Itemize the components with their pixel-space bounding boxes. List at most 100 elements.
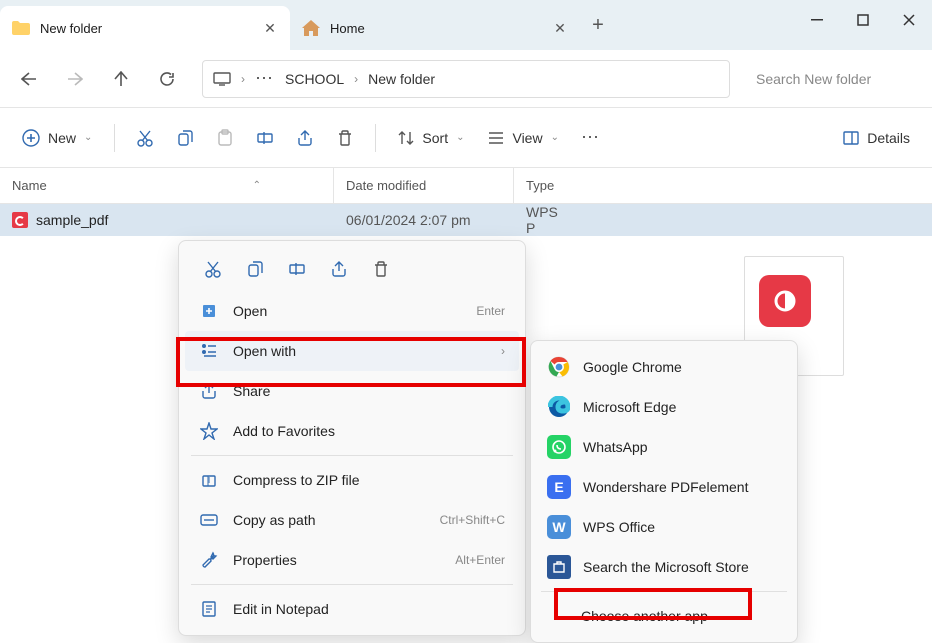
open-with-submenu: Google Chrome Microsoft Edge WhatsApp E … [530, 340, 798, 643]
submenu-label: WPS Office [583, 519, 655, 535]
delete-icon[interactable] [369, 257, 393, 281]
new-label: New [48, 130, 76, 146]
submenu-pdfelement[interactable]: E Wondershare PDFelement [535, 467, 793, 507]
tab-newfolder[interactable]: New folder ✕ [0, 6, 290, 50]
submenu-label: Microsoft Edge [583, 399, 676, 415]
chevron-down-icon: ⌄ [551, 132, 559, 143]
edge-icon [547, 395, 571, 419]
monitor-icon [213, 72, 231, 86]
sort-indicator-icon: ⌃ [253, 180, 261, 191]
share-icon [199, 381, 219, 401]
open-icon [199, 301, 219, 321]
address-bar[interactable]: › ⋯ SCHOOL › New folder [202, 60, 730, 98]
chevron-right-icon[interactable]: › [241, 72, 245, 86]
submenu-label: Wondershare PDFelement [583, 479, 748, 495]
whatsapp-icon [547, 435, 571, 459]
paste-button[interactable] [207, 120, 243, 156]
up-button[interactable] [100, 60, 142, 98]
wps-icon: W [547, 515, 571, 539]
tab-home[interactable]: Home ✕ [290, 6, 580, 50]
share-icon[interactable] [327, 257, 351, 281]
file-name-cell: sample_pdf [0, 212, 334, 228]
store-icon [547, 555, 571, 579]
star-icon [199, 421, 219, 441]
sort-label: Sort [422, 130, 448, 146]
breadcrumb-part[interactable]: SCHOOL [285, 71, 344, 87]
copy-button[interactable] [167, 120, 203, 156]
submenu-store[interactable]: Search the Microsoft Store [535, 547, 793, 587]
titlebar: New folder ✕ Home ✕ + [0, 0, 932, 50]
new-tab-button[interactable]: + [580, 7, 616, 43]
menu-favorites[interactable]: Add to Favorites [185, 411, 519, 451]
column-headers: Name⌃ Date modified Type [0, 168, 932, 204]
share-button[interactable] [287, 120, 323, 156]
file-type: WPS P [514, 204, 574, 236]
wrench-icon [199, 550, 219, 570]
column-type[interactable]: Type [514, 168, 574, 203]
submenu-wps[interactable]: W WPS Office [535, 507, 793, 547]
menu-copy-path[interactable]: Copy as path Ctrl+Shift+C [185, 500, 519, 540]
menu-open-with[interactable]: Open with › [185, 331, 519, 371]
sort-button[interactable]: Sort ⌄ [388, 119, 474, 157]
menu-properties[interactable]: Properties Alt+Enter [185, 540, 519, 580]
cut-button[interactable] [127, 120, 163, 156]
breadcrumb-part[interactable]: New folder [368, 71, 435, 87]
details-label: Details [867, 130, 910, 146]
toolbar: New ⌄ Sort ⌄ View ⌄ ⋯ Details [0, 108, 932, 168]
submenu-label: Choose another app [581, 608, 708, 624]
ellipsis-icon[interactable]: ⋯ [255, 68, 275, 89]
file-name: sample_pdf [36, 212, 108, 228]
search-input[interactable]: Search New folder [744, 60, 924, 98]
view-button[interactable]: View ⌄ [478, 119, 568, 157]
rename-icon[interactable] [285, 257, 309, 281]
column-date[interactable]: Date modified [334, 168, 514, 203]
maximize-button[interactable] [840, 4, 886, 36]
view-label: View [512, 130, 542, 146]
more-button[interactable]: ⋯ [573, 120, 609, 156]
tab-title: Home [330, 21, 542, 36]
column-name[interactable]: Name⌃ [0, 168, 334, 203]
context-menu: Open Enter Open with › Share Add to Favo… [178, 240, 526, 636]
close-icon[interactable]: ✕ [552, 20, 568, 36]
zip-icon [199, 470, 219, 490]
new-button[interactable]: New ⌄ [12, 119, 102, 157]
rename-button[interactable] [247, 120, 283, 156]
submenu-label: WhatsApp [583, 439, 648, 455]
submenu-edge[interactable]: Microsoft Edge [535, 387, 793, 427]
notepad-icon [199, 599, 219, 619]
refresh-button[interactable] [146, 60, 188, 98]
menu-share[interactable]: Share [185, 371, 519, 411]
chevron-right-icon[interactable]: › [354, 72, 358, 86]
home-icon [302, 19, 320, 37]
pdf-icon [12, 212, 28, 228]
menu-edit-notepad[interactable]: Edit in Notepad [185, 589, 519, 629]
back-button[interactable] [8, 60, 50, 98]
path-icon [199, 510, 219, 530]
details-button[interactable]: Details [833, 119, 920, 157]
chevron-right-icon: › [501, 344, 505, 358]
menu-compress[interactable]: Compress to ZIP file [185, 460, 519, 500]
navbar: › ⋯ SCHOOL › New folder Search New folde… [0, 50, 932, 108]
minimize-button[interactable] [794, 4, 840, 36]
submenu-whatsapp[interactable]: WhatsApp [535, 427, 793, 467]
pdf-app-icon [759, 275, 811, 327]
chrome-icon [547, 355, 571, 379]
open-with-icon [199, 341, 219, 361]
file-row[interactable]: sample_pdf 06/01/2024 2:07 pm WPS P [0, 204, 932, 236]
pdfelement-icon: E [547, 475, 571, 499]
chevron-down-icon: ⌄ [456, 132, 464, 143]
submenu-chrome[interactable]: Google Chrome [535, 347, 793, 387]
copy-icon[interactable] [243, 257, 267, 281]
tab-title: New folder [40, 21, 252, 36]
submenu-label: Google Chrome [583, 359, 682, 375]
close-button[interactable] [886, 4, 932, 36]
delete-button[interactable] [327, 120, 363, 156]
chevron-down-icon: ⌄ [84, 132, 92, 143]
forward-button[interactable] [54, 60, 96, 98]
close-icon[interactable]: ✕ [262, 20, 278, 36]
submenu-label: Search the Microsoft Store [583, 559, 749, 575]
cut-icon[interactable] [201, 257, 225, 281]
menu-open[interactable]: Open Enter [185, 291, 519, 331]
file-date: 06/01/2024 2:07 pm [334, 212, 514, 228]
submenu-choose-another[interactable]: Choose another app [535, 596, 793, 636]
